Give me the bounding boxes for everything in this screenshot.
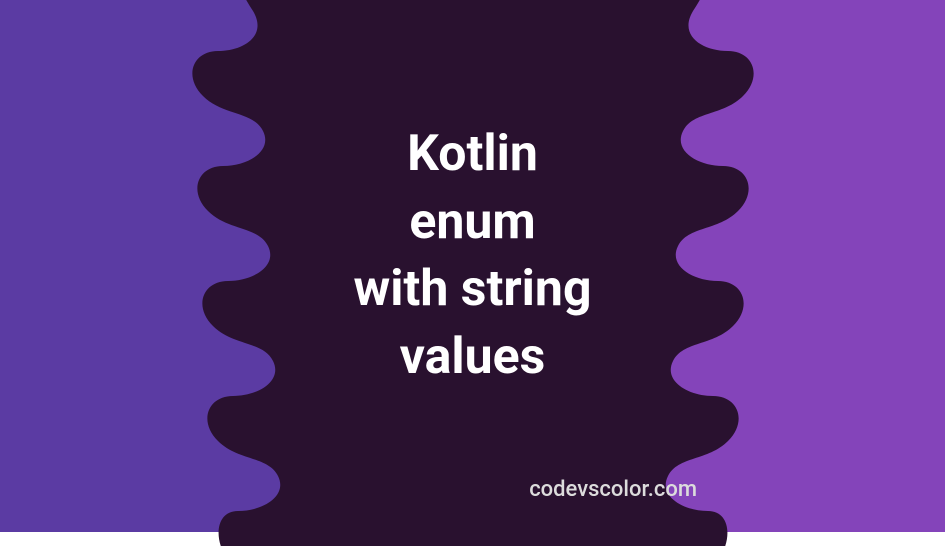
title-line-2: enum (353, 189, 591, 257)
title-line-1: Kotlin (353, 121, 591, 189)
title-line-4: values (353, 324, 591, 392)
title-line-3: with string (353, 256, 591, 324)
banner-title: Kotlin enum with string values (353, 121, 591, 391)
content-area: Kotlin enum with string values (0, 0, 945, 532)
banner-graphic: Kotlin enum with string values codevscol… (0, 0, 945, 532)
watermark-text: codevscolor.com (529, 477, 697, 502)
